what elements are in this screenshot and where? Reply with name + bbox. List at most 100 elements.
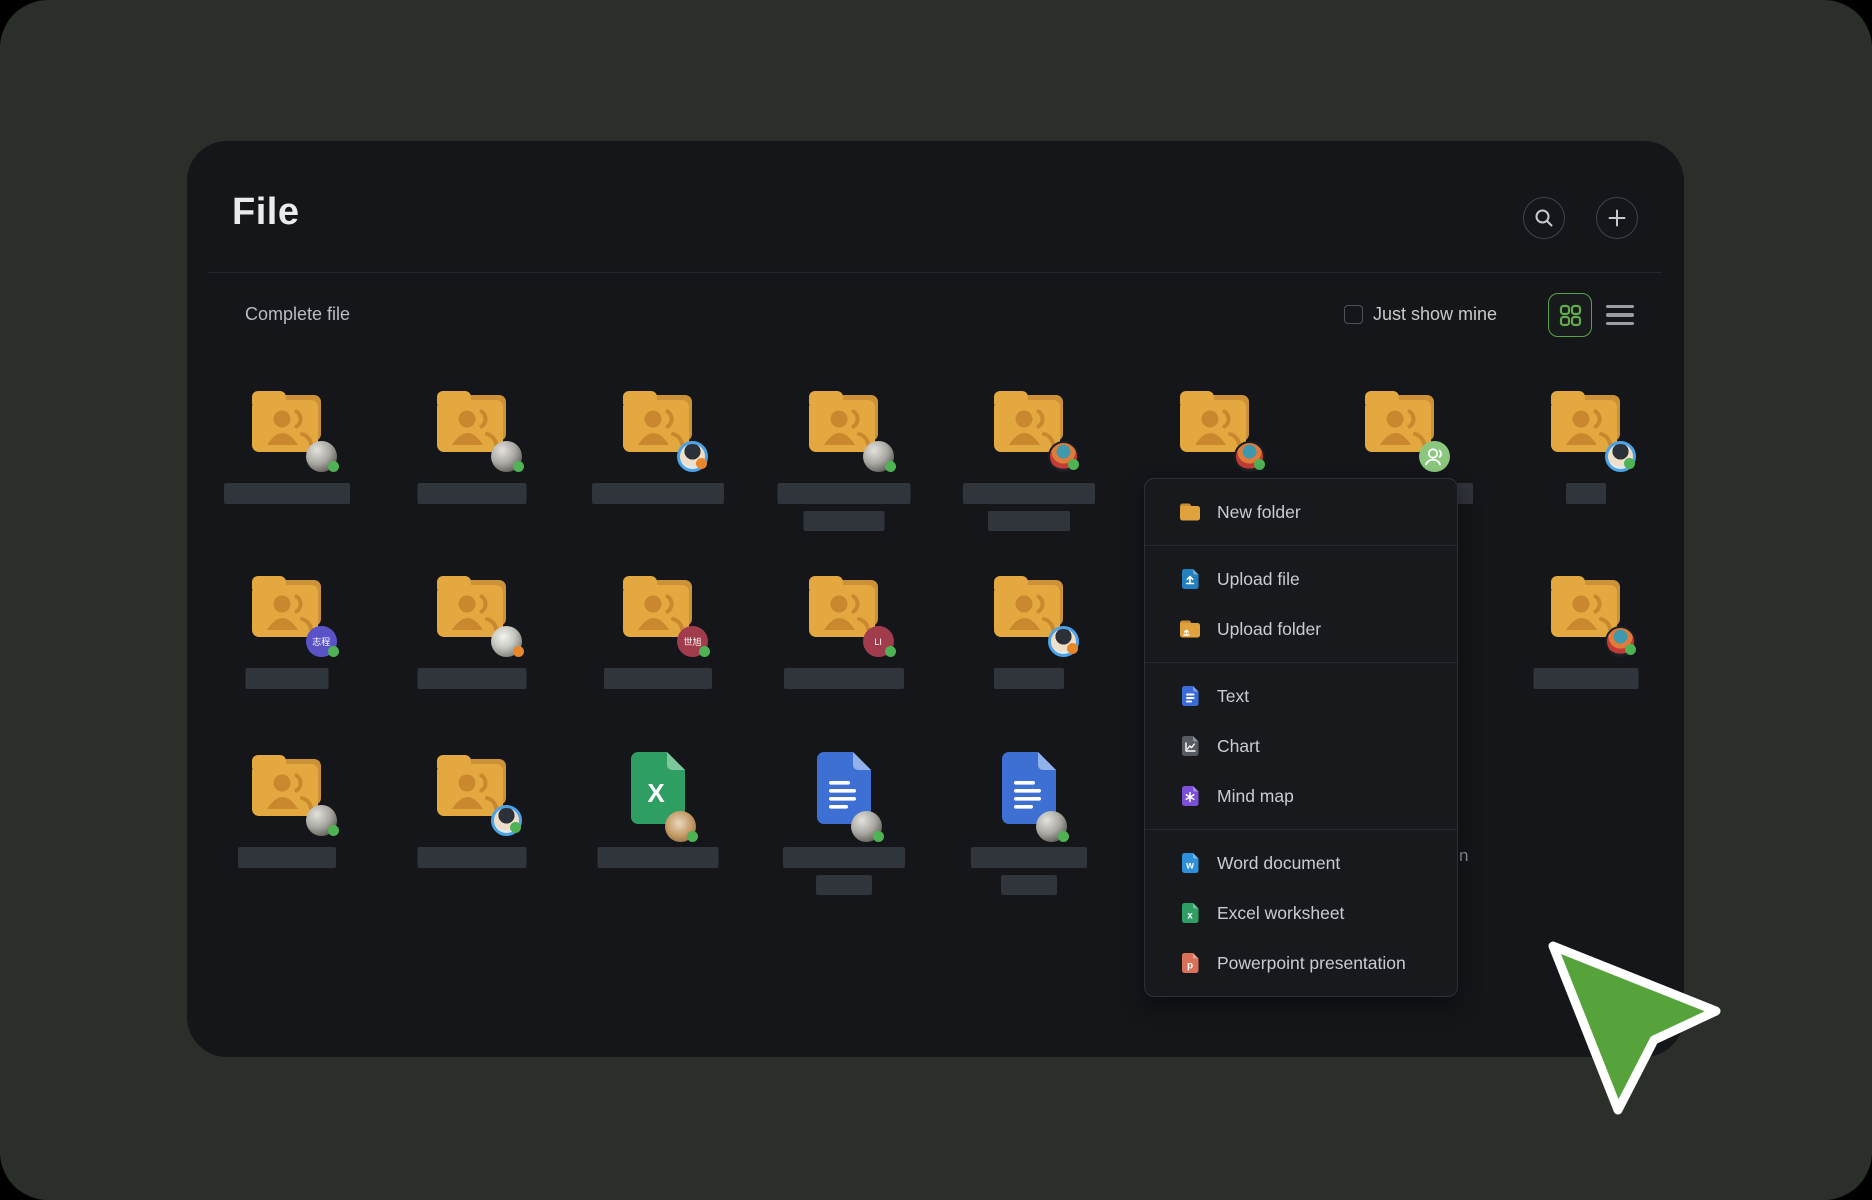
menu-item-excel-worksheet[interactable]: x Excel worksheet (1145, 888, 1457, 938)
menu-item-chart[interactable]: Chart (1145, 721, 1457, 771)
filename-skeleton (994, 668, 1064, 689)
doc-file-item[interactable] (936, 744, 1122, 949)
collaborator-avatar-stone (851, 811, 882, 842)
menu-item-new-folder[interactable]: New folder (1145, 487, 1457, 537)
upload-file-icon (1178, 567, 1202, 591)
filename-skeleton (777, 483, 910, 504)
shared-folder-item[interactable] (565, 380, 751, 565)
shared-folder-item[interactable] (194, 380, 380, 565)
status-dot-green (873, 831, 884, 842)
header-divider (207, 272, 1662, 273)
filename-skeleton (224, 483, 350, 504)
collaborator-avatar-stone (863, 441, 894, 472)
collaborator-avatar-boy (1048, 626, 1079, 657)
filename-skeleton (803, 511, 884, 531)
status-dot-green (687, 831, 698, 842)
grid-view-button[interactable] (1548, 293, 1592, 337)
status-dot-green (885, 461, 896, 472)
collaborator-avatar-cat (491, 626, 522, 657)
menu-item-label: Chart (1217, 736, 1260, 757)
filename-skeleton (816, 875, 872, 895)
just-show-mine-checkbox[interactable] (1344, 305, 1363, 324)
filename-skeleton (418, 847, 527, 868)
svg-text:X: X (647, 778, 665, 808)
status-dot-green (699, 646, 710, 657)
shared-folder-item[interactable] (1493, 565, 1679, 744)
shared-folder-item[interactable] (751, 380, 937, 565)
filename-skeleton (1566, 483, 1606, 504)
menu-item-upload-file[interactable]: Upload file (1145, 554, 1457, 604)
ppt-doc-icon: p (1178, 951, 1202, 975)
collaborator-avatar-li: LI (863, 626, 894, 657)
obscured-filename-fragment: n (1459, 846, 1468, 866)
just-show-mine-label[interactable]: Just show mine (1373, 304, 1497, 325)
status-dot-orange (696, 458, 707, 469)
menu-item-powerpoint-presentation[interactable]: p Powerpoint presentation (1145, 938, 1457, 988)
menu-group: New folder (1145, 479, 1457, 545)
shared-folder-item[interactable]: LI (751, 565, 937, 744)
menu-item-mind-map[interactable]: Mind map (1145, 771, 1457, 821)
shared-folder-item[interactable] (1493, 380, 1679, 565)
menu-group: w Word document x Excel worksheet p Powe… (1145, 829, 1457, 996)
collaborator-avatar-boy (491, 805, 522, 836)
svg-text:w: w (1185, 861, 1194, 872)
shared-folder-item[interactable] (936, 565, 1122, 744)
collaborator-avatar-share (1419, 441, 1450, 472)
collaborator-avatar-shixu: 世旭 (677, 626, 708, 657)
menu-item-label: Text (1217, 686, 1249, 707)
text-doc-icon (1178, 684, 1202, 708)
menu-item-label: Word document (1217, 853, 1340, 874)
shared-folder-item[interactable]: 世旭 (565, 565, 751, 744)
menu-group: Text Chart Mind map (1145, 662, 1457, 829)
filename-skeleton (1533, 668, 1638, 689)
menu-item-word-document[interactable]: w Word document (1145, 838, 1457, 888)
shared-folder-item[interactable] (194, 744, 380, 949)
status-dot-orange (513, 646, 524, 657)
shared-folder-item[interactable] (380, 744, 566, 949)
filename-skeleton (597, 847, 718, 868)
doc-file-item[interactable] (751, 744, 937, 949)
filename-skeleton (783, 847, 905, 868)
status-dot-green (885, 646, 896, 657)
new-file-context-menu: New folder Upload file Upload folder Tex… (1144, 478, 1458, 997)
menu-item-text[interactable]: Text (1145, 671, 1457, 721)
list-view-button[interactable] (1606, 301, 1634, 329)
menu-item-label: New folder (1217, 502, 1301, 523)
shared-folder-item[interactable] (936, 380, 1122, 565)
collaborator-avatar-stone (306, 441, 337, 472)
new-folder-icon (1178, 500, 1202, 524)
page-title: File (232, 191, 299, 234)
menu-item-label: Upload folder (1217, 619, 1321, 640)
collaborator-avatar-stone (306, 805, 337, 836)
menu-group: Upload file Upload folder (1145, 545, 1457, 662)
green-cursor-arrow (1540, 933, 1740, 1133)
excel-file-item[interactable]: X (565, 744, 751, 949)
collaborator-avatar-stone (491, 441, 522, 472)
shared-folder-item[interactable] (380, 565, 566, 744)
shared-folder-item[interactable] (380, 380, 566, 565)
status-dot-green (328, 825, 339, 836)
shared-folder-item[interactable]: 志程 (194, 565, 380, 744)
collaborator-avatar-kid (1605, 626, 1636, 657)
collaborator-avatar-tan (665, 811, 696, 842)
status-dot-green (328, 461, 339, 472)
menu-item-label: Mind map (1217, 786, 1294, 807)
share-people-icon (1421, 443, 1448, 470)
status-dot-green (1624, 458, 1635, 469)
search-button[interactable] (1523, 197, 1565, 239)
add-button[interactable] (1596, 197, 1638, 239)
filename-skeleton (1001, 875, 1057, 895)
filename-skeleton (245, 668, 328, 689)
screen: File Complete file Just show mine (0, 0, 1872, 1200)
list-view-icon (1606, 305, 1634, 308)
menu-item-label: Powerpoint presentation (1217, 953, 1406, 974)
menu-item-upload-folder[interactable]: Upload folder (1145, 604, 1457, 654)
filename-skeleton (971, 847, 1087, 868)
menu-item-label: Excel worksheet (1217, 903, 1344, 924)
status-dot-green (328, 646, 339, 657)
filename-skeleton (238, 847, 336, 868)
filename-skeleton (784, 668, 904, 689)
collaborator-avatar-zhicheng: 志程 (306, 626, 337, 657)
collaborator-avatar-boy (1605, 441, 1636, 472)
upload-folder-icon (1178, 617, 1202, 641)
